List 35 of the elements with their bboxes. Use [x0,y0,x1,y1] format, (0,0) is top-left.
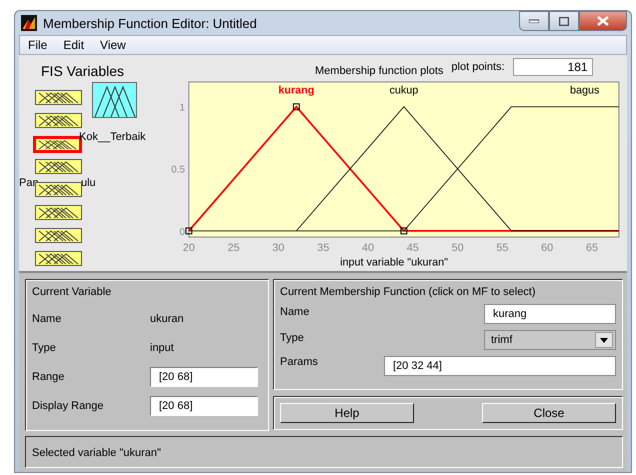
x-tick-label: 50 [452,241,464,254]
x-tick-label: 45 [406,241,419,254]
field-label: Name [32,312,62,326]
panel-title: Current Variable [32,286,112,298]
field-label: Display Range [32,398,105,414]
curve-label: cukup [389,84,418,96]
x-tick-label: 35 [317,241,330,254]
variable-type: input [150,340,175,356]
status-text: Selected variable "ukuran" [32,447,161,459]
curve-label: kurang [278,84,314,96]
x-tick-label: 60 [541,241,554,254]
x-axis-label: input variable "ukuran" [340,256,448,268]
x-tick-label: 65 [586,241,598,254]
x-tick-label: 55 [496,241,508,254]
curve-label: bagus [570,84,600,96]
y-tick-label: 0.5 [171,164,185,176]
field-label: Name [280,305,310,318]
x-tick-label: 40 [362,241,374,254]
x-tick-label: 25 [228,241,240,254]
panel-title: FIS Variables [41,63,124,79]
variable-name: ukuran [150,312,185,326]
panel-title: Current Membership Function (click on MF to select) [280,286,536,298]
plot-points-label: plot points: [451,60,505,73]
window-title: Membership Function Editor: Untitled [43,16,257,30]
x-tick-label: 20 [182,241,195,254]
field-label: Range [32,370,66,384]
field-label: Type [280,331,305,344]
variable-label: Kok__Terbaik [79,131,146,143]
plot-title: Membership function plots [315,64,444,79]
field-label: Params [280,356,318,370]
field-label: Type [32,340,57,356]
y-tick-label: 0 [179,226,185,238]
x-tick-label: 30 [272,241,284,254]
y-tick-label: 1 [179,102,185,114]
variable-label: ulu [81,177,96,189]
